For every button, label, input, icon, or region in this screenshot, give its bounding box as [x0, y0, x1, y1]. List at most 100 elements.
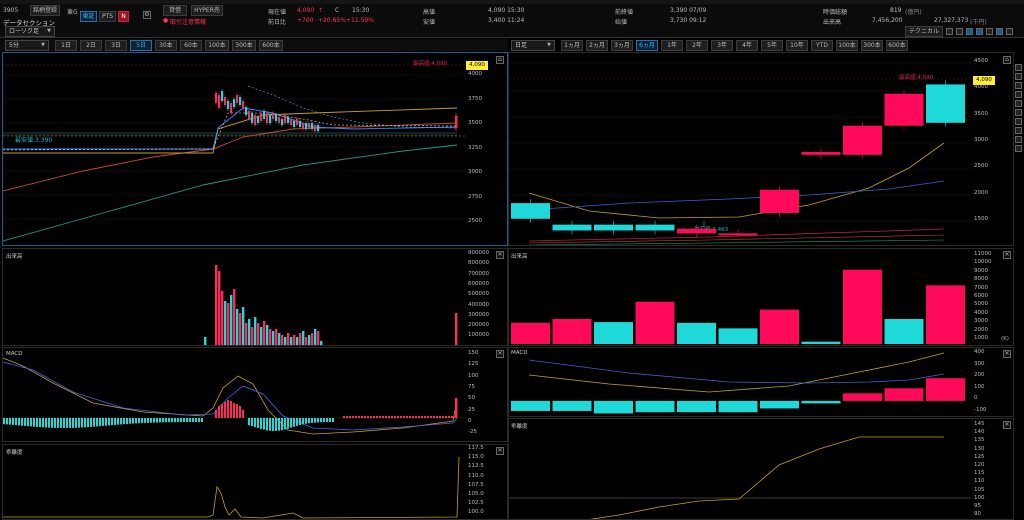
side-tool-icon[interactable] [1015, 73, 1022, 80]
right-kairi-tick: 140 [974, 429, 985, 436]
right-period-button[interactable]: 3ヵ月 [611, 40, 633, 51]
exchange-tokyo-button[interactable]: 東証 [80, 11, 97, 22]
right-period-button[interactable]: 10年 [786, 40, 808, 51]
left-period-button[interactable]: 30本 [155, 40, 177, 51]
volume-bar [718, 328, 758, 344]
right-period-button[interactable]: 600本 [886, 40, 908, 51]
right-period-button[interactable]: 3年 [711, 40, 733, 51]
side-tool-icon[interactable] [1015, 118, 1022, 125]
chevron-down-icon: ▼ [41, 42, 45, 48]
right-period-button[interactable]: 6ヵ月 [636, 40, 658, 51]
right-kairi-close-icon[interactable]: ✕ [1003, 421, 1011, 429]
macd-bar [141, 418, 143, 424]
toolbar-icon-7[interactable] [1006, 28, 1013, 35]
side-tool-icon[interactable] [1015, 100, 1022, 107]
macd-bar [108, 418, 110, 426]
macd-bar [105, 418, 107, 426]
high-value: 4,090 15:30 [488, 7, 525, 14]
macd-bar [75, 418, 77, 428]
macd-bar [594, 400, 633, 414]
toolbar-icon-1[interactable] [946, 28, 953, 35]
left-period-button[interactable]: 600本 [259, 40, 283, 51]
right-period-button[interactable]: 4年 [736, 40, 758, 51]
toolbar-icon-5[interactable] [986, 28, 993, 35]
left-period-button[interactable]: 5日 [130, 40, 152, 51]
left-period-button[interactable]: 60本 [180, 40, 202, 51]
right-price-close-icon[interactable]: ⌂ [1003, 56, 1011, 64]
macd-bar [24, 418, 26, 426]
side-tool-icon[interactable] [1015, 64, 1022, 71]
top-ticker-strip [0, 0, 1024, 4]
volume-bar [287, 333, 290, 345]
macd-bar [373, 416, 375, 418]
macd-bar [388, 416, 390, 418]
left-period-select[interactable]: 5分 ▼ [5, 40, 49, 51]
right-period-select[interactable]: 日足 ▼ [511, 40, 555, 51]
left-low-label: 最安値:3,390 [15, 136, 52, 144]
turnover-unit: (千円) [970, 19, 987, 26]
candle-body [760, 189, 799, 213]
toolbar-icon-3[interactable] [966, 28, 973, 35]
volume-bar [281, 335, 284, 345]
left-kairi-tick: 117.5 [468, 445, 484, 451]
right-volume-tick: 7000 [974, 284, 988, 291]
macd-bar [358, 416, 360, 418]
trading-warning-link[interactable]: 取引注意情報 [170, 17, 206, 26]
right-kairi-tick: 90 [974, 511, 981, 518]
right-period-button[interactable]: 100本 [836, 40, 858, 51]
left-period-button[interactable]: 2日 [80, 40, 102, 51]
right-period-button[interactable]: YTD [811, 40, 833, 51]
toolbar-icon-6[interactable] [996, 28, 1003, 35]
toolbar-icon-2[interactable] [956, 28, 963, 35]
side-tool-icon[interactable] [1015, 109, 1022, 116]
macd-bar [129, 418, 131, 424]
side-tool-icon[interactable] [1015, 127, 1022, 134]
exchange-pts-button[interactable]: PTS [99, 11, 116, 22]
settings-small-icon[interactable]: ⚙ [143, 11, 151, 19]
prev-close-value: 3,390 07/09 [670, 7, 707, 14]
candle-body [221, 91, 224, 101]
right-macd-close-icon[interactable]: ✕ [1003, 350, 1011, 358]
register-stock-button[interactable]: 銘柄登録 [30, 5, 60, 16]
technical-button[interactable]: テクニカル [905, 26, 943, 37]
low-label: 安値 [423, 19, 436, 26]
left-macd-close-icon[interactable]: ✕ [496, 350, 504, 358]
side-tool-icon[interactable] [1015, 145, 1022, 152]
left-chart-type-select[interactable]: ローソク足 ▼ [5, 26, 55, 37]
macd-bar [290, 418, 292, 428]
left-period-button[interactable]: 100本 [205, 40, 229, 51]
macd-bar [27, 418, 29, 427]
right-volume-close-icon[interactable]: ✕ [1003, 251, 1011, 259]
left-period-button[interactable]: 300本 [232, 40, 256, 51]
right-volume-tick: 1000 [974, 335, 988, 341]
macd-bar [48, 418, 50, 428]
left-kairi-close-icon[interactable]: ✕ [496, 447, 504, 455]
macd-bar [394, 416, 396, 418]
macd-bar [66, 418, 68, 428]
candle-body [305, 123, 308, 129]
right-price-tick: 4500 [974, 58, 988, 64]
right-period-button[interactable]: 2年 [686, 40, 708, 51]
candle-body [718, 233, 758, 236]
macd-bar [296, 418, 298, 426]
left-volume-tick: 900000 [468, 250, 489, 256]
side-tool-icon[interactable] [1015, 91, 1022, 98]
market-cap-value: 819 [890, 7, 902, 14]
left-period-button[interactable]: 3日 [105, 40, 127, 51]
left-volume-close-icon[interactable]: ✕ [496, 251, 504, 259]
left-price-close-icon[interactable]: ⌂ [496, 56, 504, 64]
right-period-button[interactable]: 1年 [661, 40, 683, 51]
right-period-button[interactable]: 300本 [861, 40, 883, 51]
right-period-button[interactable]: 5年 [761, 40, 783, 51]
macd-bar [162, 418, 164, 423]
left-period-button[interactable]: 1日 [55, 40, 77, 51]
side-tool-icon[interactable] [1015, 136, 1022, 143]
right-period-button[interactable]: 1ヵ月 [561, 40, 583, 51]
side-tool-icon[interactable] [1015, 82, 1022, 89]
right-period-button[interactable]: 2ヵ月 [586, 40, 608, 51]
news-badge-button[interactable]: N [118, 11, 129, 22]
macd-bar [189, 418, 191, 423]
toolbar-icon-4[interactable] [976, 28, 983, 35]
macd-bar [195, 418, 197, 423]
volume-bar [260, 327, 263, 345]
